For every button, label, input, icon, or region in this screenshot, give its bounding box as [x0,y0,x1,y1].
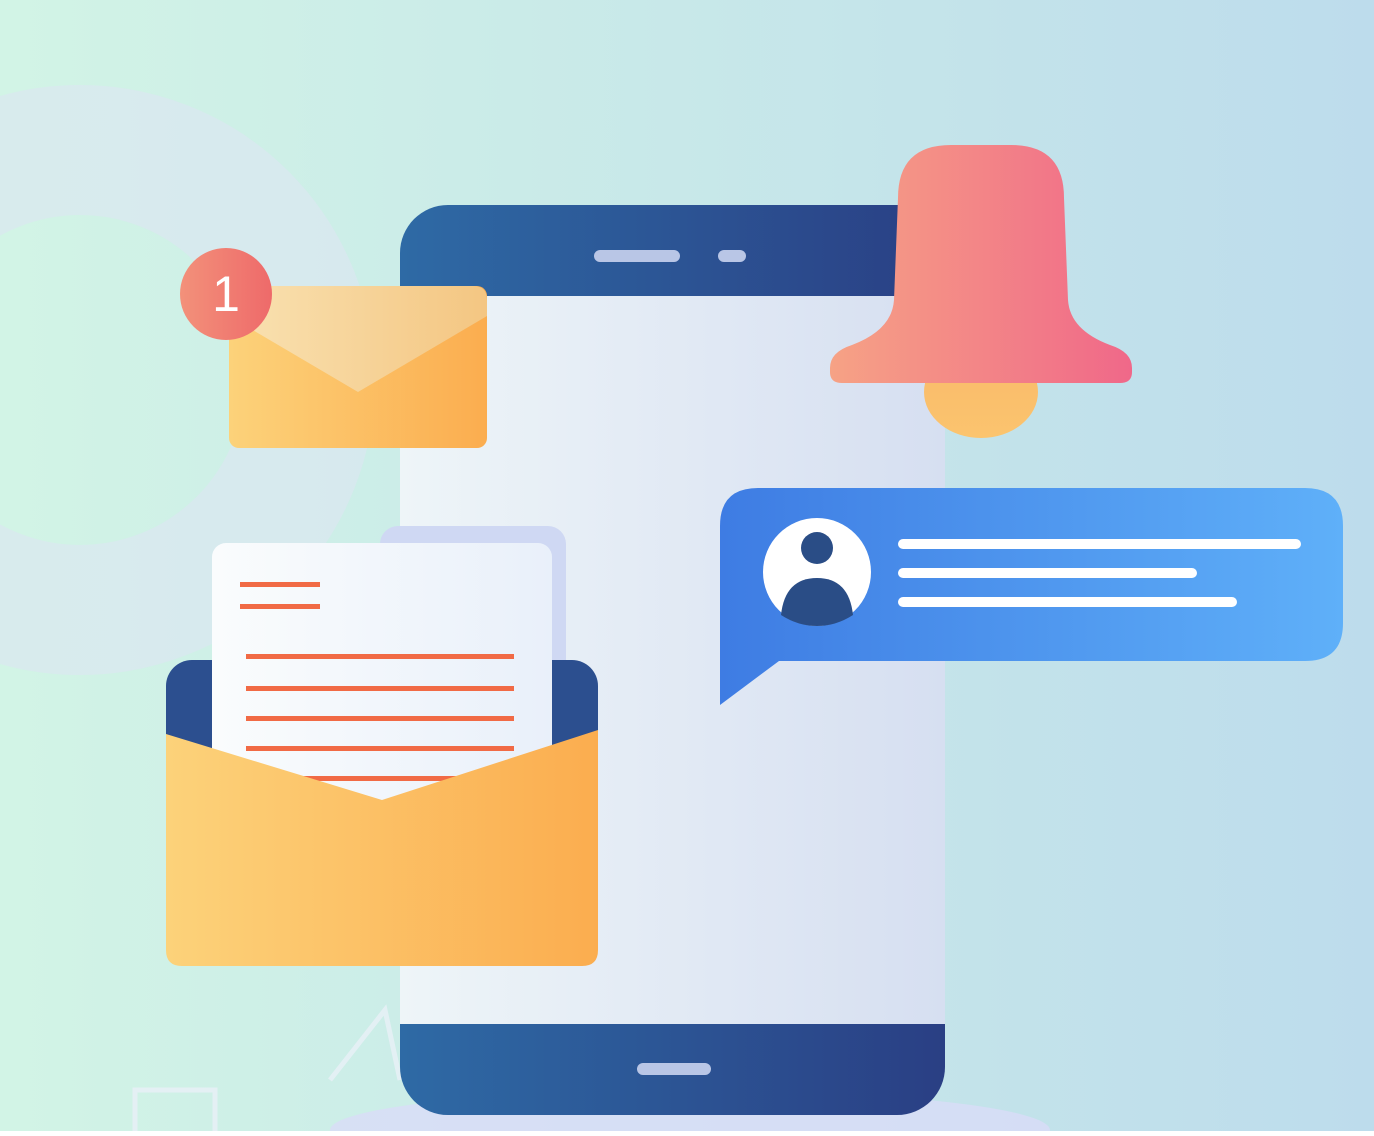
notification-badge-icon [180,248,272,340]
notification-illustration [0,0,1374,1136]
phone-home-indicator [637,1063,711,1075]
chat-text-line [898,597,1237,607]
open-envelope-icon [166,526,598,966]
phone-speaker [594,250,680,262]
chat-text-line [898,539,1301,549]
chat-text-line [898,568,1197,578]
user-avatar-icon [763,518,871,626]
phone-camera [718,250,746,262]
